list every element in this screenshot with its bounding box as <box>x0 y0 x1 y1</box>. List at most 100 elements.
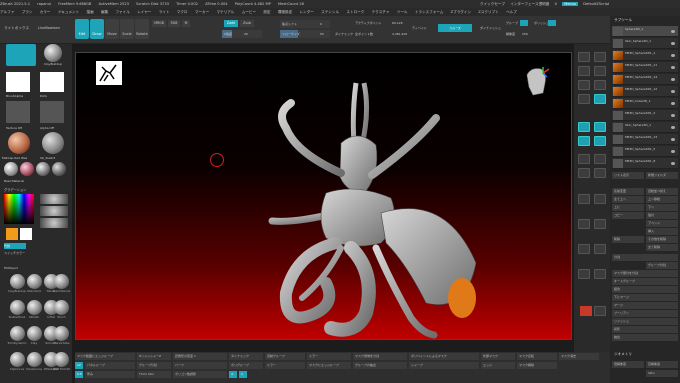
menu-draw[interactable]: 描画 <box>87 8 94 16</box>
matcap-red-wax-sphere[interactable] <box>8 132 30 154</box>
sculpt-model[interactable] <box>176 73 476 343</box>
material-red-button[interactable] <box>580 306 592 316</box>
material-sphere-3[interactable] <box>36 162 50 176</box>
basic-material-sphere[interactable] <box>42 132 64 154</box>
group-checkbox[interactable] <box>520 20 528 26</box>
eye-icon[interactable] <box>671 126 675 129</box>
clear-mask-button[interactable]: マスク消去 <box>559 353 599 360</box>
brush-item[interactable]: CurveTube <box>53 326 70 346</box>
brush-item[interactable]: DamStandard <box>53 274 70 294</box>
project-button[interactable]: 投影 <box>612 326 678 333</box>
dynamic-toggle[interactable]: ダイナミック <box>335 32 353 36</box>
lightbox-button[interactable]: ライトボックス <box>4 26 29 31</box>
floor-button[interactable] <box>578 122 590 132</box>
dynamesh-button[interactable]: ダイナメッシュ <box>480 26 501 30</box>
subtool-item[interactable]: Skin_Sphere3D_1 <box>612 122 678 133</box>
shelf-button-e[interactable] <box>594 306 606 316</box>
delete-others-button[interactable]: その他を削除 <box>646 236 678 243</box>
group-toggle[interactable]: グループ <box>506 21 518 25</box>
move-button[interactable]: Move <box>105 19 119 39</box>
shelf-button-d[interactable] <box>594 269 606 279</box>
eye-icon[interactable] <box>671 78 675 81</box>
list-all-button[interactable]: リスト表示 <box>612 172 644 179</box>
xyz-button[interactable] <box>594 136 606 146</box>
subtool-item[interactable]: PM3D_Sphere3D1_13 <box>612 134 678 145</box>
scale-button[interactable]: Scale <box>120 19 134 39</box>
eye-icon[interactable] <box>671 54 675 57</box>
switch-color-button[interactable]: スイッチカラー <box>4 251 25 255</box>
menu-edit[interactable]: 編集 <box>101 8 108 16</box>
alpha-off-slot[interactable] <box>40 101 64 123</box>
spix-button[interactable] <box>594 52 606 62</box>
subtool-item[interactable]: Skin_Sphere3D_1 <box>612 38 678 49</box>
menu-render[interactable]: レンダー <box>299 8 313 16</box>
groups-split-bottom-button[interactable]: グループ分割 <box>137 362 171 369</box>
menu-tool[interactable]: ツール <box>397 8 408 16</box>
eye-icon[interactable] <box>671 66 675 69</box>
material-sphere-1[interactable] <box>4 162 18 176</box>
mask-by-polypaint-button[interactable]: ポリペイントによるマスク <box>409 353 479 360</box>
up-button[interactable]: 上に <box>612 204 644 211</box>
subtool-item[interactable]: PM3D_Sphere3D1_5 <box>612 146 678 157</box>
shelf-button-a[interactable] <box>578 244 590 254</box>
current-brush-slot[interactable] <box>6 44 36 66</box>
navigation-gizmo[interactable] <box>521 65 551 99</box>
new-folder-button[interactable]: 新規フォルダ <box>646 172 678 179</box>
polycount-adjust-slider[interactable]: ポリゴン数調整 <box>173 371 227 378</box>
outer-mask-button[interactable]: 外部マスク <box>481 353 515 360</box>
subtool-item[interactable]: PM3D_Sphere3D1_12 <box>612 86 678 97</box>
move-up-button[interactable]: 上へ移動 <box>646 196 678 203</box>
smooth-button[interactable]: スムーズ <box>438 24 472 32</box>
menu-brush[interactable]: ブラシ <box>22 8 33 16</box>
edit-button[interactable]: Edit <box>75 19 89 39</box>
local-button[interactable] <box>594 122 606 132</box>
scale-view-button[interactable] <box>594 154 606 164</box>
subtool-item[interactable]: PM3D_Sphere3D1_14 <box>612 74 678 85</box>
polish-toggle[interactable]: ポリッシュ <box>534 21 549 25</box>
auto-reorder-button[interactable]: 自動並べ替え <box>646 188 678 195</box>
fill-object-button[interactable]: FillObject <box>4 266 18 270</box>
menu-color[interactable]: カラー <box>40 8 51 16</box>
split-button[interactable]: 分割 <box>612 254 678 261</box>
dynamic-sub-button[interactable]: ダイナミック <box>229 353 263 360</box>
texture-slot[interactable] <box>6 101 30 123</box>
extract-button[interactable]: 抽出 <box>612 334 678 341</box>
alpha-slot[interactable] <box>6 72 30 92</box>
xpose-button[interactable] <box>594 219 606 229</box>
menus-button[interactable]: Menus <box>562 2 578 6</box>
sharp-button[interactable]: シャープ <box>409 362 479 369</box>
half-button[interactable]: ハーフ <box>173 362 227 369</box>
eye-icon[interactable] <box>671 114 675 117</box>
solo-button[interactable] <box>578 219 590 229</box>
panel-loops-button[interactable]: パネルループ <box>85 362 135 369</box>
menu-material[interactable]: マテリアル <box>216 8 234 16</box>
rgb-button[interactable]: RGB <box>168 20 180 27</box>
menu-file[interactable]: ファイル <box>115 8 129 16</box>
higher-res-button[interactable]: 高解像度 <box>646 361 678 368</box>
boolean-button[interactable]: ブーリアン <box>612 310 678 317</box>
menu-document[interactable]: ドキュメント <box>58 8 80 16</box>
color-picker[interactable] <box>4 194 34 224</box>
aahalf-button[interactable] <box>594 80 606 90</box>
subtool-item[interactable]: PM3D_Sphere3D1_8 <box>612 158 678 169</box>
merge-button[interactable]: マージ <box>612 302 678 309</box>
auto-groups-bottom-button[interactable]: 自動グループ <box>265 353 305 360</box>
eye-icon[interactable] <box>671 138 675 141</box>
value-box-d[interactable]: 1 <box>239 371 247 378</box>
edge-button[interactable]: エッジ <box>481 362 515 369</box>
z-intensity-slider[interactable]: Z強度 26 <box>222 30 262 38</box>
eye-icon[interactable] <box>671 162 675 165</box>
copy-button[interactable]: コピー <box>612 212 644 219</box>
group-extract-button[interactable]: グループの抽出 <box>353 362 407 369</box>
merge-header[interactable]: 結合 <box>612 286 678 293</box>
menu-zscript[interactable]: Zスクリプト <box>478 8 498 16</box>
edgeloop-masked-button[interactable]: マスク範囲にエッジループ <box>75 353 135 360</box>
subtool-item[interactable]: PM3D_Sphere3D1_11 <box>612 62 678 73</box>
swatch-b[interactable] <box>40 206 68 216</box>
invert-mask-button[interactable]: マスク反転 <box>517 353 557 360</box>
scroll-button[interactable] <box>578 66 590 76</box>
livebooleans-button[interactable]: LiveBoolean <box>38 26 60 30</box>
menu-texture[interactable]: テクスチャ <box>372 8 390 16</box>
persp-button[interactable] <box>594 94 606 104</box>
polish-checkbox[interactable] <box>548 20 556 26</box>
